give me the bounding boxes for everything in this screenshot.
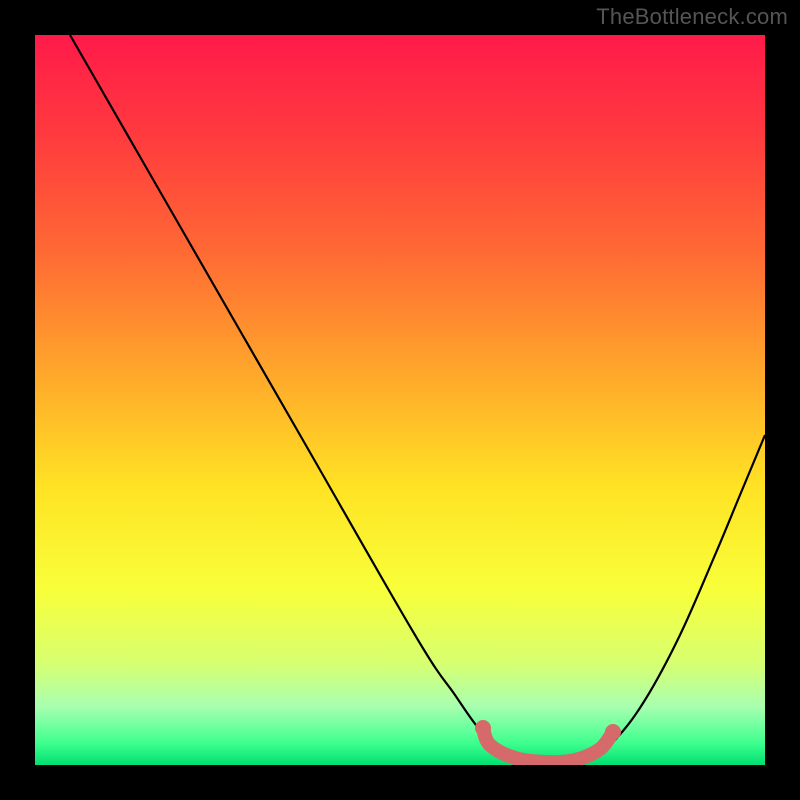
gradient-background <box>35 35 765 765</box>
watermark-text: TheBottleneck.com <box>596 4 788 30</box>
bottleneck-chart <box>35 35 765 765</box>
optimal-range-start-dot <box>475 720 491 736</box>
chart-plot-area <box>35 35 765 765</box>
optimal-range-end-dot <box>605 724 621 740</box>
